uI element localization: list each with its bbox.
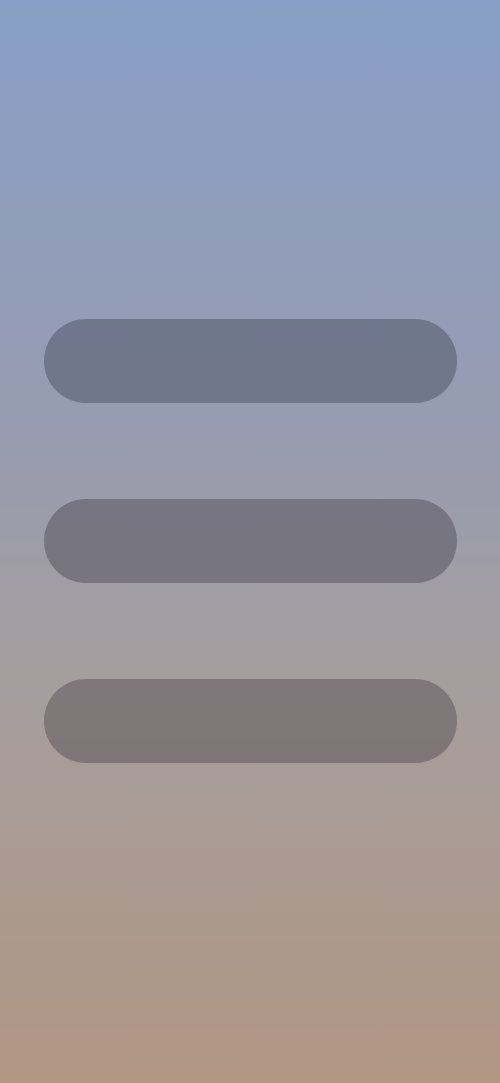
- menu-option-1-button[interactable]: [44, 319, 457, 403]
- gradient-screen: [0, 0, 500, 1083]
- menu-option-2-button[interactable]: [44, 499, 457, 583]
- menu-option-3-button[interactable]: [44, 679, 457, 763]
